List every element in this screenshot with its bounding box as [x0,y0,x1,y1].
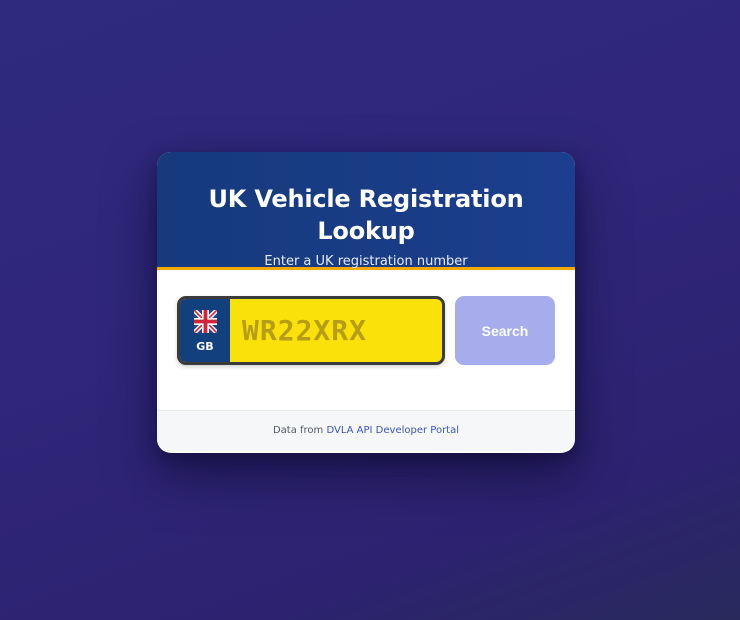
dvla-portal-link[interactable]: DVLA API Developer Portal [326,425,459,436]
page-subtitle: Enter a UK registration number [264,254,468,269]
registration-input[interactable] [230,299,442,362]
search-button[interactable]: Search [455,296,555,365]
registration-plate: GB [177,296,445,365]
card-footer: Data from DVLA API Developer Portal [157,410,575,451]
card-body: GB Search [157,270,575,410]
card-header: UK Vehicle Registration Lookup Enter a U… [157,152,575,270]
footer-prefix: Data from [272,425,324,436]
country-code: GB [196,340,214,353]
country-badge: GB [180,299,230,362]
page-title: UK Vehicle Registration Lookup [208,185,524,245]
lookup-card: UK Vehicle Registration Lookup Enter a U… [157,152,575,453]
union-jack-icon [194,310,217,333]
